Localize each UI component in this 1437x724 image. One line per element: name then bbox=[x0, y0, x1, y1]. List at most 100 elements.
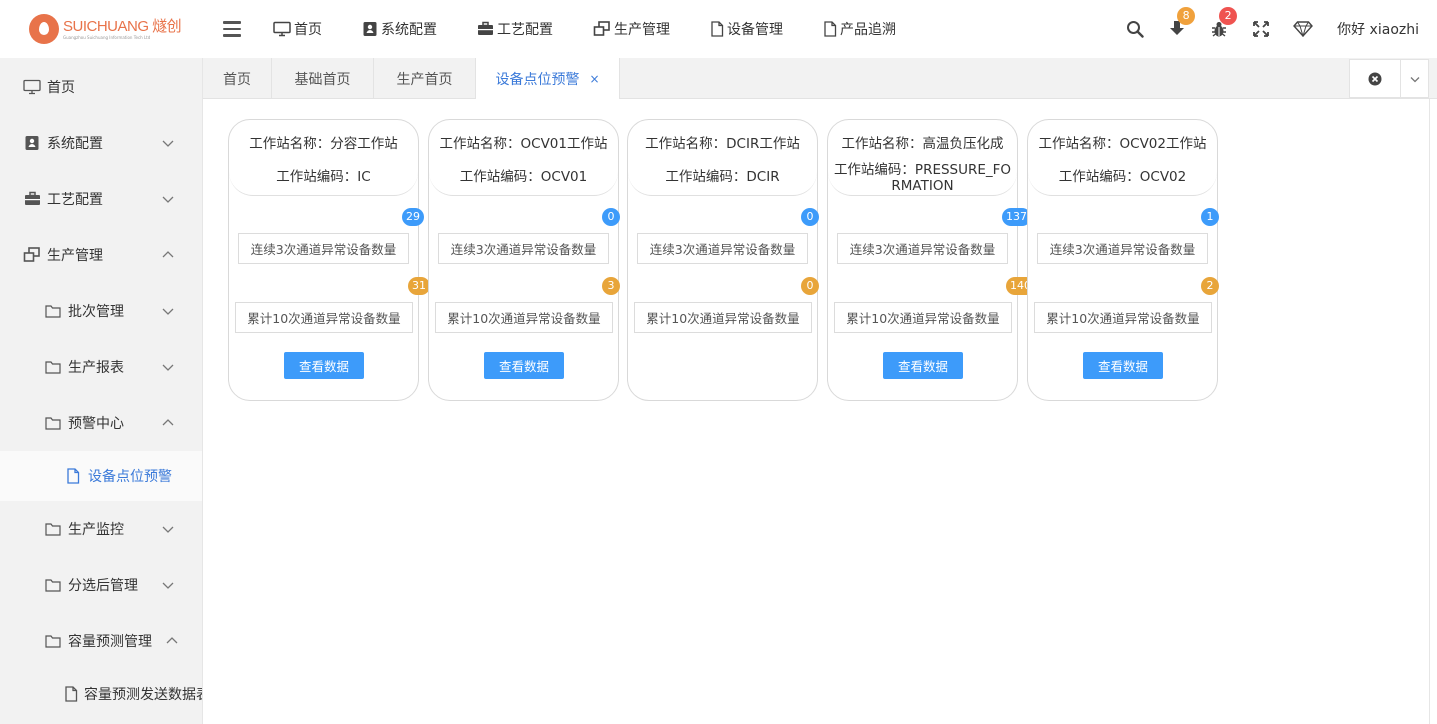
station-code: 工作站编码：OCV02 bbox=[1058, 169, 1187, 185]
sidebar-item-capacity-forecast[interactable]: 容量预测管理 bbox=[0, 613, 202, 669]
sidebar-item-device-point-alert[interactable]: 设备点位预警 bbox=[0, 451, 202, 501]
monitor-icon bbox=[23, 79, 41, 95]
chevron-up-icon bbox=[166, 637, 178, 644]
station-code: 工作站编码：IC bbox=[276, 169, 371, 185]
monitor-icon bbox=[273, 21, 291, 37]
view-data-button[interactable]: 查看数据 bbox=[484, 352, 564, 379]
chevron-down-icon bbox=[162, 308, 174, 315]
station-card: 工作站名称：OCV01工作站 工作站编码：OCV01 0 连续3次通道异常设备数… bbox=[428, 119, 620, 401]
topnav-item-process-config[interactable]: 工艺配置 bbox=[477, 19, 553, 39]
tab-home[interactable]: 首页 bbox=[203, 58, 272, 99]
windows-icon bbox=[593, 21, 610, 36]
sidebar-item-alert-center[interactable]: 预警中心 bbox=[0, 395, 202, 451]
folder-icon bbox=[44, 415, 62, 431]
topnav-item-home[interactable]: 首页 bbox=[273, 19, 322, 39]
folder-icon bbox=[44, 633, 62, 649]
tab-bar: 首页 基础首页 生产首页 设备点位预警 × bbox=[203, 58, 1437, 100]
consecutive3-button[interactable]: 连续3次通道异常设备数量 bbox=[1037, 233, 1208, 264]
sidebar-item-label: 预警中心 bbox=[68, 416, 124, 432]
folder-icon bbox=[44, 577, 62, 593]
view-data-button[interactable]: 查看数据 bbox=[883, 352, 963, 379]
user-card-icon bbox=[363, 22, 377, 36]
topnav-item-system-config[interactable]: 系统配置 bbox=[362, 19, 437, 39]
brand-subtitle: Guangzhou Suichuang Information Tech Ltd bbox=[63, 34, 151, 40]
chevron-up-icon bbox=[162, 251, 174, 258]
station-card-header: 工作站名称：分容工作站 工作站编码：IC bbox=[229, 120, 418, 196]
brand-name: SUICHUANG 燧创 bbox=[63, 17, 182, 35]
sidebar-item-sorting[interactable]: 分选后管理 bbox=[0, 557, 202, 613]
sidebar-item-label: 容量预测管理 bbox=[68, 634, 152, 650]
sidebar-item-label: 系统配置 bbox=[47, 136, 103, 152]
sidebar-item-label: 生产监控 bbox=[68, 522, 124, 538]
cumulative10-button[interactable]: 累计10次通道异常设备数量 bbox=[1034, 302, 1212, 333]
close-all-tabs-icon[interactable] bbox=[1350, 60, 1400, 97]
tab-basic-home[interactable]: 基础首页 bbox=[272, 58, 374, 99]
fullscreen-icon[interactable] bbox=[1251, 19, 1271, 39]
consecutive3-count-badge: 0 bbox=[801, 208, 819, 226]
sidebar-item-label: 批次管理 bbox=[68, 304, 124, 320]
download-icon[interactable]: 8 bbox=[1167, 7, 1196, 39]
cumulative10-button[interactable]: 累计10次通道异常设备数量 bbox=[834, 302, 1012, 333]
cumulative10-count-badge: 0 bbox=[801, 277, 819, 295]
file-icon bbox=[64, 468, 82, 484]
station-name: 工作站名称：OCV02工作站 bbox=[1038, 136, 1207, 152]
topnav-item-trace[interactable]: 产品追溯 bbox=[823, 19, 896, 39]
file-icon bbox=[824, 21, 837, 37]
sidebar-item-batch[interactable]: 批次管理 bbox=[0, 283, 202, 339]
consecutive3-button[interactable]: 连续3次通道异常设备数量 bbox=[238, 233, 409, 264]
windows-icon bbox=[23, 247, 41, 263]
sidebar-item-label: 分选后管理 bbox=[68, 578, 138, 594]
user-greeting[interactable]: 你好 xiaozhi bbox=[1337, 19, 1419, 39]
topnav-item-equipment[interactable]: 设备管理 bbox=[710, 19, 783, 39]
chevron-down-icon bbox=[162, 582, 174, 589]
tab-production-home[interactable]: 生产首页 bbox=[374, 58, 476, 99]
chevron-down-icon bbox=[162, 196, 174, 203]
view-data-button[interactable]: 查看数据 bbox=[1083, 352, 1163, 379]
bug-icon[interactable]: 2 bbox=[1209, 7, 1238, 39]
sidebar: 首页 系统配置 工艺配置 生产管理 批次管理 生产报表 预警中心 设备点位预警 … bbox=[0, 58, 203, 724]
briefcase-icon bbox=[23, 191, 41, 207]
sidebar-item-monitor[interactable]: 生产监控 bbox=[0, 501, 202, 557]
top-header: SUICHUANG 燧创 Guangzhou Suichuang Informa… bbox=[0, 0, 1437, 58]
station-code: 工作站编码：OCV01 bbox=[459, 169, 588, 185]
view-data-button[interactable]: 查看数据 bbox=[284, 352, 364, 379]
consecutive3-button[interactable]: 连续3次通道异常设备数量 bbox=[438, 233, 609, 264]
cumulative10-button[interactable]: 累计10次通道异常设备数量 bbox=[435, 302, 613, 333]
consecutive3-button[interactable]: 连续3次通道异常设备数量 bbox=[637, 233, 808, 264]
folder-icon bbox=[44, 521, 62, 537]
sidebar-item-label: 首页 bbox=[47, 80, 75, 96]
bug-badge: 2 bbox=[1219, 7, 1238, 25]
station-name: 工作站名称：DCIR工作站 bbox=[645, 136, 800, 152]
chevron-down-icon[interactable] bbox=[1400, 60, 1428, 97]
station-card: 工作站名称：OCV02工作站 工作站编码：OCV02 1 连续3次通道异常设备数… bbox=[1027, 119, 1219, 401]
brand-logo-mark bbox=[29, 14, 59, 44]
search-icon[interactable] bbox=[1125, 19, 1145, 39]
consecutive3-button[interactable]: 连续3次通道异常设备数量 bbox=[837, 233, 1008, 264]
station-card: 工作站名称：分容工作站 工作站编码：IC 29 连续3次通道异常设备数量 31 … bbox=[228, 119, 430, 401]
folder-icon bbox=[44, 303, 62, 319]
cumulative10-count-badge: 31 bbox=[408, 277, 430, 295]
tab-device-point-alert[interactable]: 设备点位预警 × bbox=[475, 58, 620, 100]
topnav-item-production[interactable]: 生产管理 bbox=[593, 19, 670, 39]
station-code: 工作站编码：DCIR bbox=[665, 169, 780, 185]
file-icon bbox=[64, 686, 78, 702]
cumulative10-count-badge: 3 bbox=[602, 277, 620, 295]
sidebar-item-report[interactable]: 生产报表 bbox=[0, 339, 202, 395]
sidebar-item-capacity-send-table[interactable]: 容量预测发送数据表 bbox=[0, 669, 202, 719]
sidebar-item-process-config[interactable]: 工艺配置 bbox=[0, 171, 202, 227]
sidebar-item-production[interactable]: 生产管理 bbox=[0, 227, 202, 283]
brand-logo[interactable]: SUICHUANG 燧创 Guangzhou Suichuang Informa… bbox=[0, 0, 202, 58]
station-card-header: 工作站名称：OCV02工作站 工作站编码：OCV02 bbox=[1028, 120, 1217, 196]
sidebar-item-system-config[interactable]: 系统配置 bbox=[0, 115, 202, 171]
station-card-header: 工作站名称：高温负压化成 工作站编码：PRESSURE_FORMATION bbox=[828, 120, 1017, 196]
station-name: 工作站名称：分容工作站 bbox=[249, 136, 398, 152]
chevron-down-icon bbox=[162, 364, 174, 371]
diamond-icon[interactable] bbox=[1293, 19, 1314, 39]
cumulative10-button[interactable]: 累计10次通道异常设备数量 bbox=[235, 302, 413, 333]
sidebar-item-home[interactable]: 首页 bbox=[0, 59, 202, 115]
cumulative10-button[interactable]: 累计10次通道异常设备数量 bbox=[634, 302, 812, 333]
sidebar-item-label: 容量预测发送数据表 bbox=[84, 687, 203, 703]
close-icon[interactable]: × bbox=[589, 72, 599, 86]
menu-toggle-icon[interactable] bbox=[223, 21, 241, 37]
station-card-header: 工作站名称：DCIR工作站 工作站编码：DCIR bbox=[628, 120, 817, 196]
